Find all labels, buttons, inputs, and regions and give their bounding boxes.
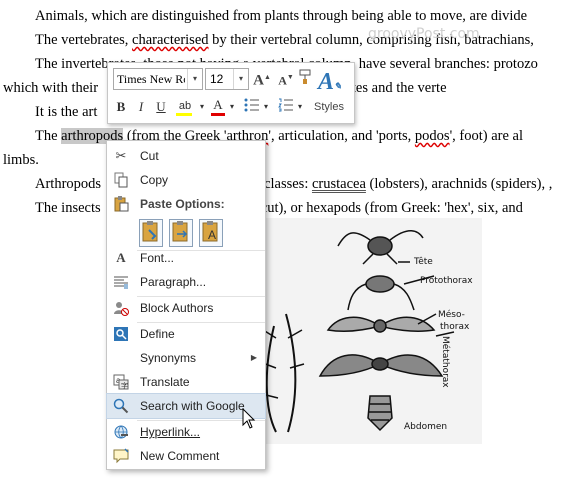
define-icon: [113, 326, 129, 342]
font-size-select[interactable]: 12 ▾: [205, 68, 249, 90]
scissors-icon: ✂: [115, 148, 127, 163]
grow-font-button[interactable]: A▲: [252, 69, 272, 89]
chevron-down-icon[interactable]: ▾: [187, 69, 202, 89]
paste-text-only-icon[interactable]: A: [199, 219, 223, 247]
figure-label: Méso-: [438, 310, 465, 320]
menu-item-new-comment[interactable]: New Comment: [107, 444, 265, 468]
font-color-button[interactable]: A: [210, 96, 226, 116]
menu-item-block-authors[interactable]: Block Authors: [107, 296, 265, 320]
hyperlink-icon: [113, 424, 129, 440]
chevron-down-icon[interactable]: ▾: [262, 98, 270, 116]
figure-label: thorax: [440, 322, 470, 332]
menu-item-paragraph[interactable]: Paragraph...: [107, 270, 265, 294]
body-line: It is the art: [35, 104, 98, 120]
translate-icon: a字: [113, 374, 129, 390]
highlight-color-bar: [176, 113, 192, 116]
menu-item-font[interactable]: A Font...: [107, 246, 265, 270]
search-icon: [113, 398, 129, 414]
paste-merge-icon[interactable]: [169, 219, 193, 247]
bold-button[interactable]: B: [114, 98, 128, 116]
figure-label: Protothorax: [420, 276, 473, 286]
highlight-button[interactable]: ab: [174, 96, 196, 116]
paste-keep-source-icon[interactable]: [139, 219, 163, 247]
menu-item-synonyms[interactable]: Synonyms ▶: [107, 346, 265, 370]
font-icon: A: [116, 250, 126, 265]
styles-icon[interactable]: A✎: [318, 69, 342, 96]
chevron-down-icon[interactable]: ▾: [198, 98, 206, 116]
comment-icon: [113, 448, 129, 464]
chevron-down-icon[interactable]: ▾: [233, 69, 248, 89]
font-name-select[interactable]: Times New Roman ▾: [113, 68, 203, 90]
clipboard-icon: [113, 196, 129, 212]
chevron-down-icon[interactable]: ▾: [296, 98, 304, 116]
mouse-pointer-icon: [242, 408, 256, 429]
menu-item-translate[interactable]: a字 Translate: [107, 370, 265, 394]
insect-figure[interactable]: Tête Protothorax Méso- thorax Métathorax…: [258, 218, 482, 444]
submenu-arrow-icon: ▶: [250, 353, 257, 362]
paste-options-header: Paste Options:: [107, 192, 265, 216]
menu-item-cut[interactable]: ✂ Cut: [107, 144, 265, 168]
styles-button[interactable]: Styles: [314, 101, 344, 113]
svg-text:A: A: [208, 228, 216, 242]
font-color-bar: [211, 113, 225, 116]
figure-label: Abdomen: [404, 422, 448, 432]
figure-label: Tête: [414, 257, 433, 267]
shrink-font-button[interactable]: A▼: [276, 69, 296, 89]
bullets-icon[interactable]: [244, 98, 260, 117]
numbering-icon[interactable]: [278, 98, 294, 117]
menu-item-define[interactable]: Define: [107, 322, 265, 346]
menu-item-copy[interactable]: Copy: [107, 168, 265, 192]
svg-text:字: 字: [121, 381, 128, 390]
copy-icon: [113, 172, 129, 188]
watermark: groovyPost.com: [368, 26, 480, 42]
body-line: Animals, which are distinguished from pl…: [35, 8, 528, 24]
italic-button[interactable]: I: [134, 98, 148, 116]
chevron-down-icon[interactable]: ▾: [228, 98, 236, 116]
paragraph-icon: [113, 274, 129, 290]
underline-button[interactable]: U: [154, 98, 168, 116]
body-line: limbs.: [3, 152, 39, 168]
figure-label: Métathorax: [440, 336, 450, 388]
block-authors-icon: [113, 300, 129, 316]
format-painter-icon[interactable]: [298, 69, 312, 90]
mini-toolbar: Times New Roman ▾ 12 ▾ A▲ A▼ A✎ Styles B…: [107, 62, 355, 124]
